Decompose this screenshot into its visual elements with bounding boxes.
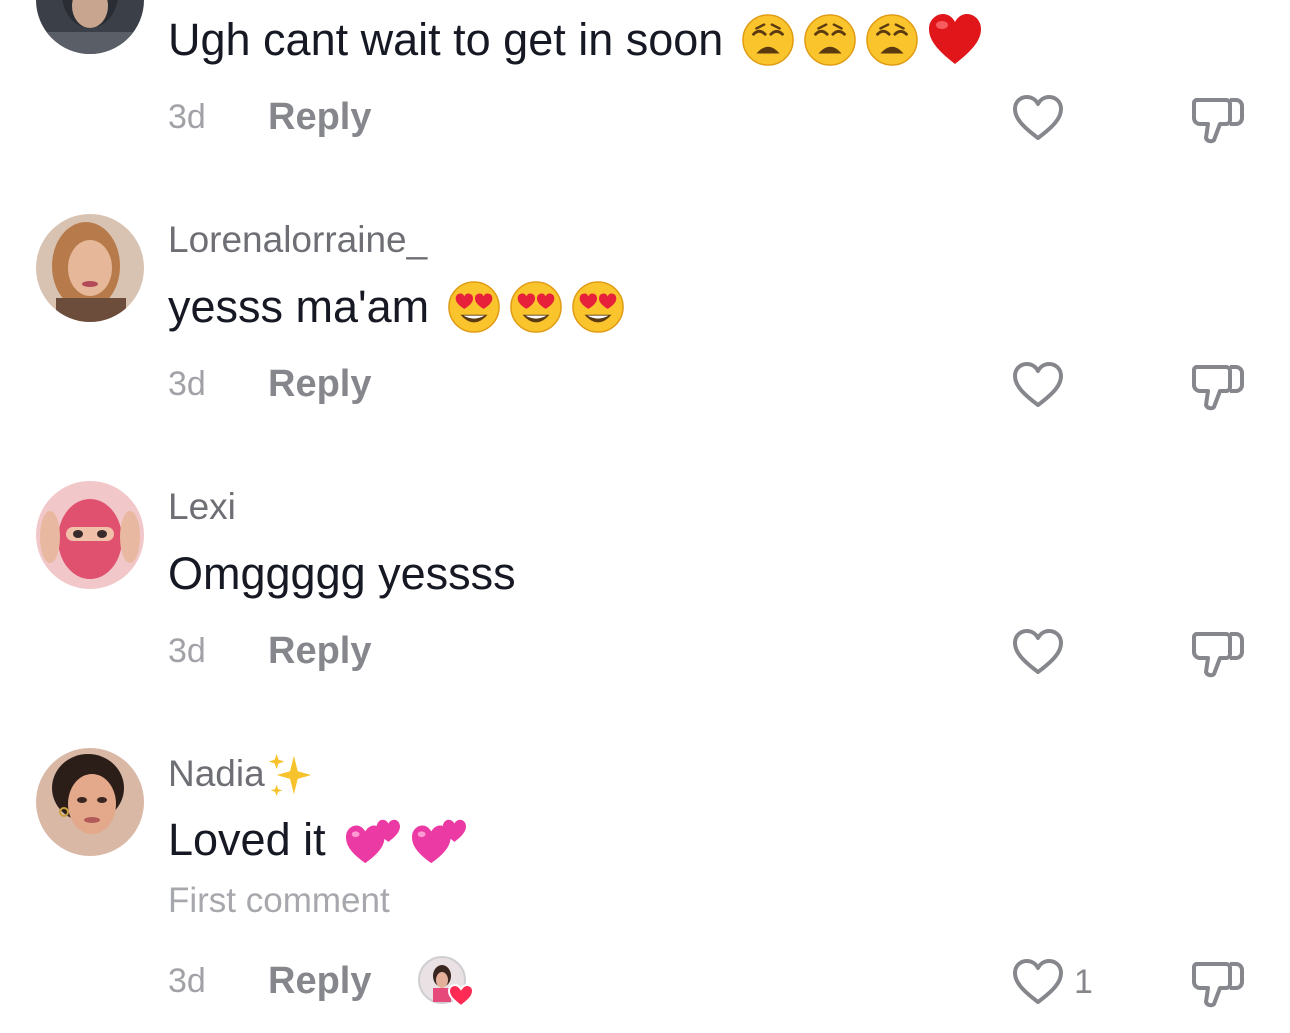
like-count: 1 — [1074, 962, 1093, 1001]
heart-outline-icon — [1010, 624, 1066, 680]
comment-body: Loved it — [168, 814, 326, 865]
weary-face-icon — [865, 13, 919, 67]
comment-username[interactable]: Lorenalorraine_ — [168, 218, 427, 262]
like-button[interactable] — [1010, 90, 1066, 146]
emoji-row — [344, 813, 468, 867]
dislike-button[interactable] — [1188, 954, 1248, 1010]
avatar[interactable] — [36, 748, 144, 856]
weary-face-icon — [803, 13, 857, 67]
reply-button[interactable]: Reply — [268, 630, 371, 673]
weary-face-icon — [741, 13, 795, 67]
emoji-row — [741, 12, 983, 68]
heart-eyes-icon — [571, 280, 625, 334]
comment-username[interactable]: Lexi — [168, 485, 236, 529]
comment-body: yesss ma'am — [168, 281, 430, 332]
thumbs-down-icon — [1188, 954, 1248, 1010]
comment-time: 3d — [168, 97, 206, 136]
comment-text: Ugh cant wait to get in soon — [168, 12, 983, 68]
like-button[interactable]: 1 — [1010, 954, 1093, 1010]
comment-time: 3d — [168, 961, 206, 1000]
comment-text: Omggggg yessss — [168, 546, 516, 602]
comment-meta: 3d Reply — [168, 626, 371, 676]
comment-meta: 3d Reply — [168, 956, 477, 1008]
like-button[interactable] — [1010, 357, 1066, 413]
thumbs-down-icon — [1188, 624, 1248, 680]
comment-text: yesss ma'am — [168, 279, 625, 335]
comment-meta: 3d Reply — [168, 359, 371, 409]
comment-time: 3d — [168, 631, 206, 670]
heart-eyes-icon — [447, 280, 501, 334]
liked-by-creator-badge — [417, 956, 477, 1008]
reply-button[interactable]: Reply — [268, 96, 371, 139]
avatar[interactable] — [36, 0, 144, 54]
avatar[interactable] — [36, 214, 144, 322]
reply-button[interactable]: Reply — [268, 960, 371, 1003]
like-button[interactable] — [1010, 624, 1066, 680]
heart-outline-icon — [1010, 954, 1066, 1010]
avatar[interactable] — [36, 481, 144, 589]
thumbs-down-icon — [1188, 357, 1248, 413]
dislike-button[interactable] — [1188, 624, 1248, 680]
thumbs-down-icon — [1188, 90, 1248, 146]
red-heart-icon — [927, 12, 983, 68]
sparkles-icon — [267, 752, 315, 800]
creator-avatar-icon — [418, 956, 475, 1008]
emoji-row — [447, 280, 625, 334]
username-text: Nadia — [168, 753, 265, 794]
heart-outline-icon — [1010, 357, 1066, 413]
heart-eyes-icon — [509, 280, 563, 334]
first-comment-badge: First comment — [168, 881, 390, 920]
comment-text: Loved it — [168, 812, 468, 868]
heart-outline-icon — [1010, 90, 1066, 146]
comment-body: Omggggg yessss — [168, 548, 516, 599]
dislike-button[interactable] — [1188, 90, 1248, 146]
comment-body: Ugh cant wait to get in soon — [168, 14, 724, 65]
comment-username[interactable]: Nadia — [168, 752, 315, 800]
two-hearts-icon — [410, 813, 468, 867]
comment-meta: 3d Reply — [168, 92, 371, 142]
two-hearts-icon — [344, 813, 402, 867]
dislike-button[interactable] — [1188, 357, 1248, 413]
reply-button[interactable]: Reply — [268, 363, 371, 406]
comment-time: 3d — [168, 364, 206, 403]
